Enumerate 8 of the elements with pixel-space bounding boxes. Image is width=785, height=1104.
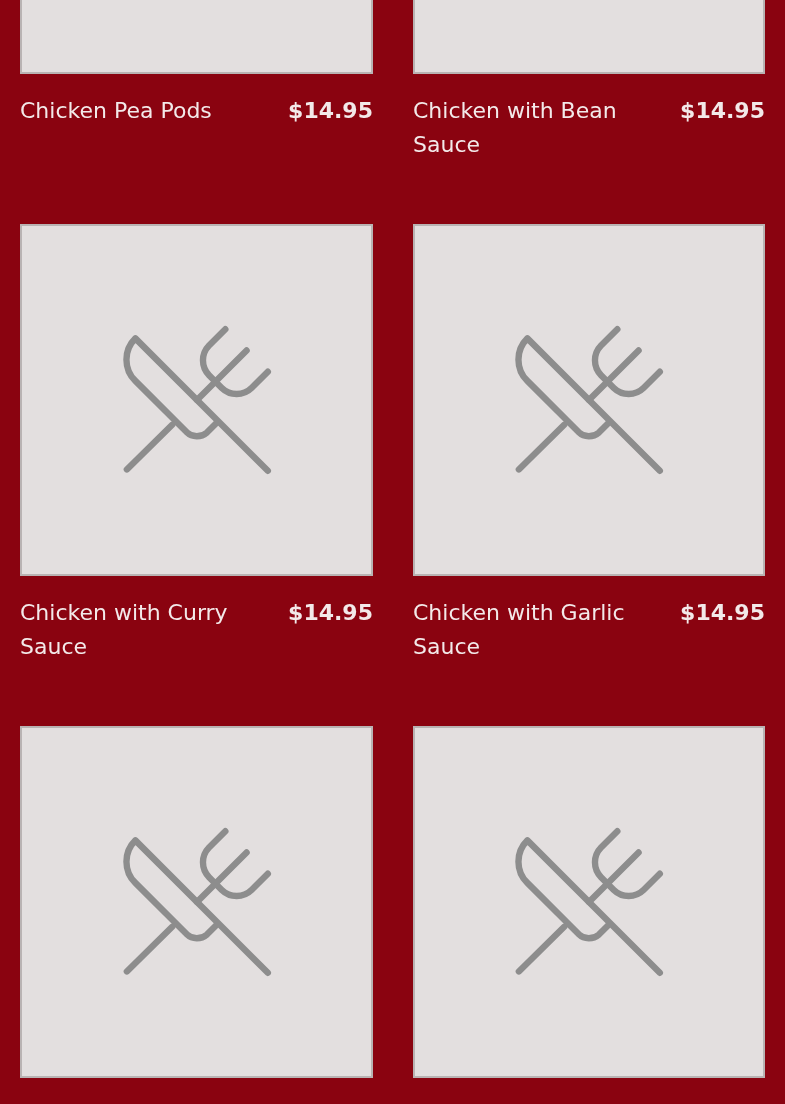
dish-name: Chicken with Bean Sauce xyxy=(413,97,618,159)
dish-price: $14.95 xyxy=(288,599,373,627)
dish-price: $14.95 xyxy=(680,97,765,125)
dish-name: Chicken Pea Pods xyxy=(20,97,212,125)
dish-price: $14.95 xyxy=(680,599,765,627)
dish-name: Chicken with Garlic Sauce xyxy=(413,599,626,661)
dish-name: Chicken with Curry Sauce xyxy=(20,599,229,661)
dish-price: $14.95 xyxy=(288,97,373,125)
